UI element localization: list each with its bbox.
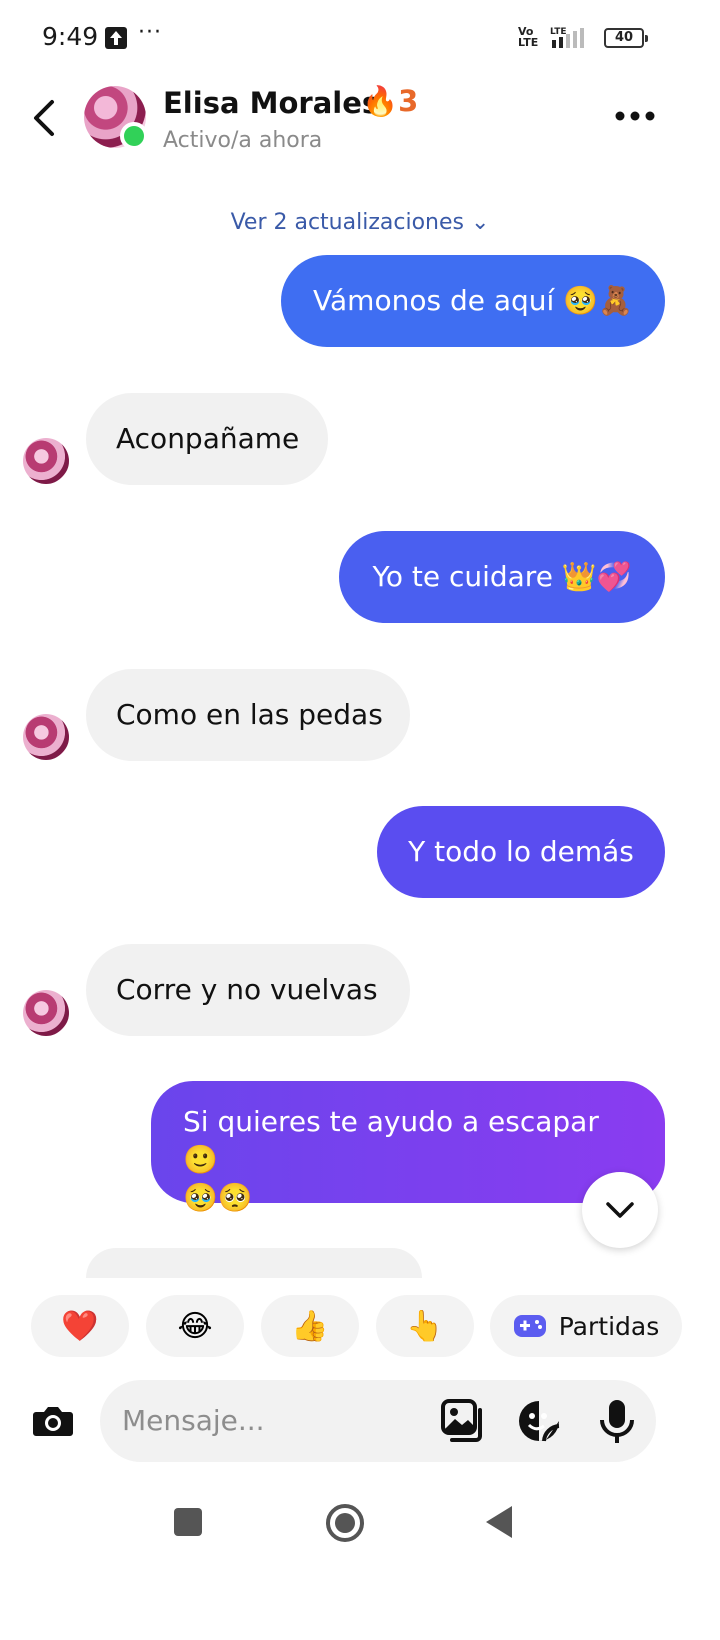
gamepad-icon (513, 1315, 546, 1337)
message-incoming[interactable]: Corre y no vuelvas (86, 944, 410, 1036)
contact-status: Activo/a ahora (163, 128, 323, 153)
sticker-button[interactable] (516, 1398, 562, 1444)
system-back-button[interactable] (486, 1506, 512, 1538)
message-field[interactable] (100, 1380, 656, 1462)
pointing-up-icon: 👆 (406, 1308, 444, 1344)
microphone-icon (600, 1400, 634, 1443)
message-text: Yo te cuidare 👑💞 (372, 560, 632, 593)
online-indicator (120, 122, 148, 150)
volte-label: Vo LTE (518, 25, 539, 49)
sticker-icon (519, 1401, 560, 1442)
more-icon (615, 111, 655, 121)
view-updates-link[interactable]: Ver 2 actualizaciones ⌄ (0, 210, 720, 235)
quick-reaction-heart[interactable]: ❤️ (31, 1295, 129, 1357)
camera-icon (33, 1407, 73, 1436)
message-text: Y todo lo demás (408, 835, 634, 868)
sender-avatar[interactable] (23, 438, 69, 484)
message-text: Vámonos de aquí 🥹🧸 (313, 284, 633, 317)
message-text: Corre y no vuelvas (116, 973, 378, 1006)
gallery-button[interactable] (440, 1398, 486, 1444)
message-text: Si quieres te ayudo a escapar 🙂 🥹🥺 (183, 1105, 599, 1214)
sender-avatar[interactable] (23, 714, 69, 760)
scroll-to-bottom-button[interactable] (582, 1172, 658, 1248)
signal-icon: LTE (550, 27, 584, 48)
message-incoming[interactable]: Aconpañame (86, 393, 328, 485)
quick-reaction-laugh[interactable]: 😂 (146, 1295, 244, 1357)
heart-icon: ❤️ (61, 1308, 99, 1344)
laughing-face-icon: 😂 (177, 1308, 213, 1344)
message-outgoing[interactable]: Si quieres te ayudo a escapar 🙂 🥹🥺 (151, 1081, 665, 1214)
streak-badge: 🔥3 (362, 84, 419, 118)
thumbs-up-icon: 👍 (291, 1308, 329, 1344)
message-incoming-partial (86, 1248, 422, 1278)
message-outgoing[interactable]: Yo te cuidare 👑💞 (339, 531, 665, 623)
home-icon (335, 1513, 355, 1533)
quick-reaction-point-up[interactable]: 👆 (376, 1295, 474, 1357)
status-bar: 9:49 ··· Vo LTE LTE 40 (0, 0, 720, 78)
message-text: Como en las pedas (116, 698, 383, 731)
contact-name[interactable]: Elisa Morales (163, 86, 379, 120)
back-button[interactable] (28, 98, 60, 138)
games-label: Partidas (558, 1311, 660, 1341)
message-outgoing[interactable]: Y todo lo demás (377, 806, 665, 898)
message-text: Aconpañame (116, 422, 300, 455)
message-input[interactable] (122, 1398, 422, 1442)
battery-icon: 40 (604, 28, 648, 48)
voice-message-button[interactable] (594, 1398, 640, 1444)
quick-reaction-thumbs-up[interactable]: 👍 (261, 1295, 359, 1357)
more-options-button[interactable] (612, 106, 658, 126)
svg-text:LTE: LTE (550, 27, 567, 37)
gallery-icon (441, 1399, 482, 1442)
chevron-left-icon (34, 100, 54, 136)
recent-apps-button[interactable] (174, 1508, 202, 1536)
upload-icon (105, 27, 127, 49)
message-outgoing[interactable]: Vámonos de aquí 🥹🧸 (281, 255, 665, 347)
games-button[interactable]: Partidas (490, 1295, 682, 1357)
chat-header: Elisa Morales 🔥3 Activo/a ahora (0, 78, 720, 178)
message-incoming[interactable]: Como en las pedas (86, 669, 410, 761)
camera-button[interactable] (30, 1398, 76, 1444)
status-more: ··· (138, 20, 162, 45)
sender-avatar[interactable] (23, 990, 69, 1036)
home-button[interactable] (326, 1504, 364, 1542)
chevron-down-icon (606, 1202, 634, 1218)
status-time: 9:49 (42, 22, 99, 51)
